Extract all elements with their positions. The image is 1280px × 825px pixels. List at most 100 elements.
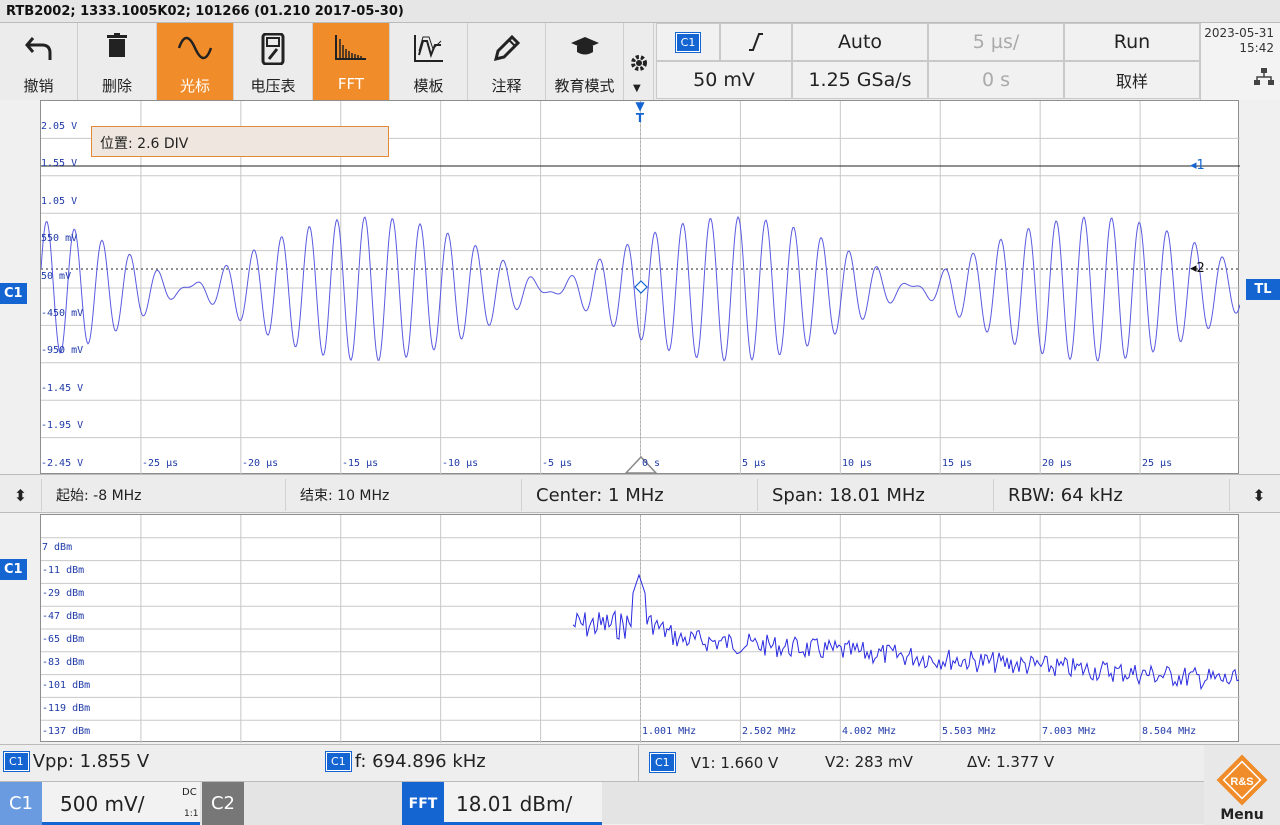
channel-marker-c1[interactable]: C1 [0, 283, 27, 304]
y-tick-label: -2.45 V [41, 458, 84, 469]
menu-button[interactable]: R&S Menu [1204, 745, 1280, 825]
trigger-mode[interactable]: Auto [792, 23, 928, 61]
x-tick-label: -25 µs [142, 458, 179, 469]
education-mode-button[interactable]: 教育模式 [546, 23, 624, 100]
trigger-level-marker[interactable]: TL [1246, 279, 1280, 300]
fft-x-tick-label: 7.003 MHz [1042, 726, 1097, 737]
fft-y-tick-label: -101 dBm [42, 680, 91, 691]
x-tick-label: 5 µs [742, 458, 767, 469]
channel-c2-button[interactable]: C2 [202, 782, 244, 825]
rs-logo-text: R&S [1230, 776, 1253, 788]
dropdown-arrow-icon: ▼ [633, 83, 641, 94]
channel-tag: C1 [3, 751, 30, 772]
trigger-position-marker[interactable]: ▼ T [632, 100, 648, 124]
network-icon [1254, 68, 1274, 85]
toolbar: 撤销 删除 光标 电压表 FFT 模板 注释 教育模式 ▼ C1 Auto 5 … [0, 23, 1280, 100]
fft-span[interactable]: Span: 18.01 MHz [758, 479, 994, 511]
mask-button[interactable]: 模板 [390, 23, 468, 100]
y-tick-label: -450 mV [41, 308, 84, 319]
fft-x-tick-label: 1.001 MHz [642, 726, 697, 737]
sample-rate[interactable]: 1.25 GSa/s [792, 61, 928, 99]
fft-x-tick-label: 8.504 MHz [1142, 726, 1197, 737]
cursor-v2[interactable]: V2: 283 mV [825, 753, 913, 771]
fft-start[interactable]: 起始: -8 MHz [42, 479, 286, 511]
fft-stop[interactable]: 结束: 10 MHz [286, 479, 522, 511]
cursor-2-label: 2 [1196, 261, 1205, 276]
cursor-1-marker[interactable]: ◂1 [1190, 158, 1205, 173]
sampling-mode[interactable]: 取样 [1064, 61, 1200, 99]
cursor-v1[interactable]: C1 V1: 1.660 V [649, 752, 778, 773]
undo-button[interactable]: 撤销 [0, 23, 78, 100]
c1-scale: 500 mV/ [60, 792, 145, 816]
fft-rbw[interactable]: RBW: 64 kHz [994, 479, 1230, 511]
fft-label: FFT [337, 75, 365, 93]
y-tick-label: -950 mV [41, 345, 84, 356]
fft-y-tick-label: -29 dBm [42, 588, 85, 599]
vpp-value: Vpp: 1.855 V [32, 751, 150, 772]
trigger-marker-label: T [635, 111, 645, 125]
measurement-vpp[interactable]: C1 Vpp: 1.855 V [3, 751, 150, 772]
waveform-plot [40, 101, 1241, 475]
settings-button[interactable]: ▼ [624, 23, 654, 100]
fft-y-tick-label: -137 dBm [42, 726, 91, 737]
fft-x-tick-label: 2.502 MHz [742, 726, 797, 737]
scroll-up-down-icon-right[interactable]: ⬍ [1238, 479, 1280, 511]
fft-display[interactable] [40, 514, 1240, 743]
frequency-value: f: 694.896 kHz [354, 751, 486, 772]
fft-scale-box[interactable]: 18.01 dBm/ [444, 782, 602, 825]
cursor-button[interactable]: 光标 [157, 23, 234, 100]
fft-y-tick-label: -11 dBm [42, 565, 85, 576]
y-tick-label: 1.55 V [41, 158, 78, 169]
y-tick-label: 2.05 V [41, 121, 78, 132]
x-tick-label: 15 µs [942, 458, 973, 469]
undo-icon [24, 37, 51, 60]
pen-icon [493, 34, 520, 62]
x-tick-label: 25 µs [1142, 458, 1173, 469]
cursor-2-marker[interactable]: ◂2 [1190, 261, 1205, 276]
mask-icon [413, 35, 443, 62]
coupling-label: DC [182, 787, 197, 798]
cursor-delta-v[interactable]: ΔV: 1.377 V [967, 753, 1054, 771]
channel-select[interactable]: C1 [656, 23, 720, 61]
annotation-button[interactable]: 注释 [468, 23, 546, 100]
cursor-1-label: 1 [1196, 158, 1205, 173]
timebase[interactable]: 5 µs/ [928, 23, 1064, 61]
trigger-point-marker [634, 280, 648, 294]
cursor-label: 光标 [179, 77, 210, 95]
fft-y-tick-label: -65 dBm [42, 634, 85, 645]
y-tick-label: 1.05 V [41, 196, 78, 207]
fft-center[interactable]: Center: 1 MHz [522, 479, 758, 511]
measurement-frequency[interactable]: C1 f: 694.896 kHz [325, 751, 486, 772]
vertical-scale[interactable]: 50 mV [656, 61, 792, 99]
undo-label: 撤销 [23, 77, 54, 95]
y-tick-label: 550 mV [41, 233, 78, 244]
delete-label: 删除 [101, 77, 132, 95]
gear-icon [630, 55, 647, 71]
x-tick-label: -20 µs [242, 458, 279, 469]
fft-channel-marker[interactable]: C1 [0, 559, 27, 580]
c1-scale-box[interactable]: 500 mV/ DC 1:1 [42, 782, 200, 825]
voltmeter-label: 电压表 [250, 77, 296, 95]
fft-spectrum-trace [572, 573, 1240, 691]
fft-y-tick-label: -47 dBm [42, 611, 85, 622]
fft-button[interactable]: FFT [313, 23, 390, 100]
fft-x-tick-label: 5.503 MHz [942, 726, 997, 737]
probe-ratio: 1:1 [184, 809, 199, 819]
divider [638, 745, 639, 781]
fft-channel-button[interactable]: FFT [402, 782, 444, 825]
time-offset[interactable]: 0 s [928, 61, 1064, 99]
fft-y-tick-label: 7 dBm [42, 542, 73, 553]
run-state[interactable]: Run [1064, 23, 1200, 61]
voltmeter-button[interactable]: 电压表 [234, 23, 313, 100]
rising-edge-icon [749, 33, 763, 51]
scroll-up-down-icon[interactable]: ⬍ [0, 479, 42, 511]
fft-scale: 18.01 dBm/ [456, 792, 573, 816]
channel-c1-button[interactable]: C1 [0, 782, 42, 825]
delete-button[interactable]: 删除 [78, 23, 157, 100]
c2-scale-box[interactable] [244, 782, 402, 825]
y-tick-label: 50 mV [41, 271, 72, 282]
fft-plot [41, 515, 1240, 743]
trigger-slope[interactable] [720, 23, 792, 61]
fft-y-tick-label: -119 dBm [42, 703, 91, 714]
channel-tag: C1 [674, 31, 702, 53]
